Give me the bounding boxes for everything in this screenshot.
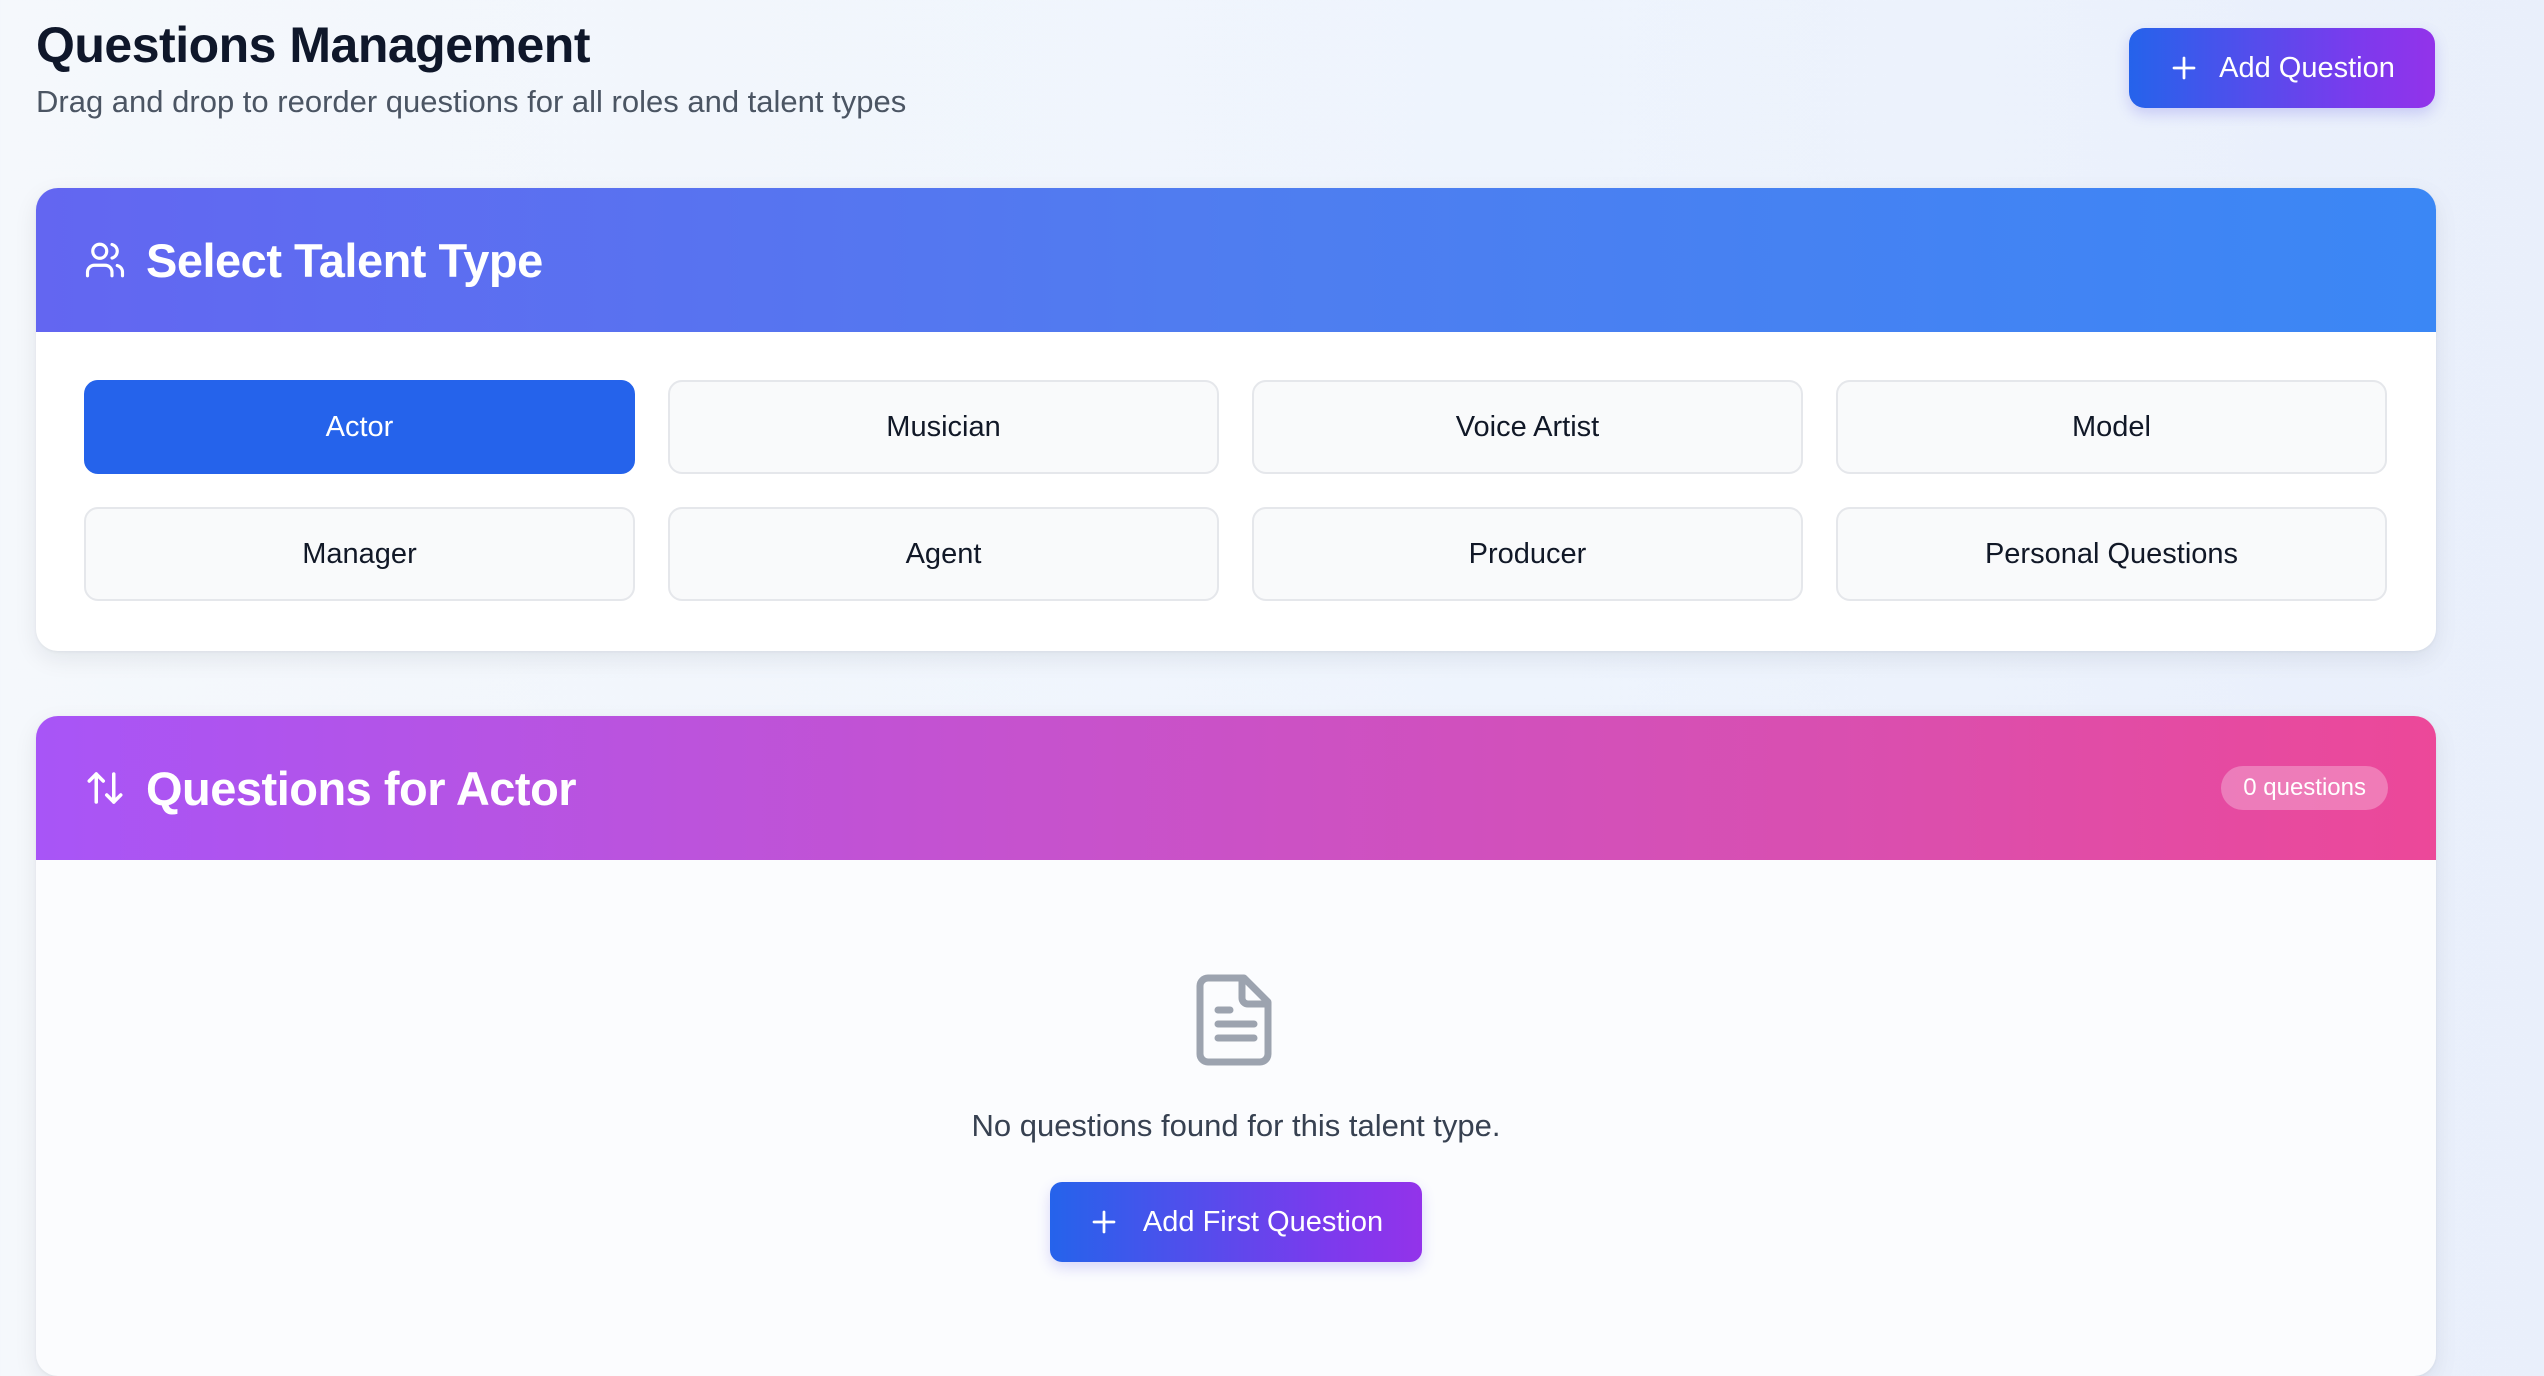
page-title: Questions Management (36, 17, 591, 73)
empty-state: No questions found for this talent type.… (36, 860, 2436, 1262)
talent-type-producer[interactable]: Producer (1252, 507, 1803, 601)
talent-type-grid: Actor Musician Voice Artist Model Manage… (36, 332, 2436, 649)
talent-type-model[interactable]: Model (1836, 380, 2387, 474)
talent-type-personal-questions[interactable]: Personal Questions (1836, 507, 2387, 601)
talent-type-musician[interactable]: Musician (668, 380, 1219, 474)
plus-icon (1089, 1207, 1119, 1237)
talent-type-title: Select Talent Type (146, 233, 543, 287)
questions-card: Questions for Actor 0 questions No quest… (36, 716, 2436, 1376)
empty-state-message: No questions found for this talent type. (971, 1108, 1501, 1143)
question-count-badge: 0 questions (2221, 766, 2388, 810)
document-icon (1194, 972, 1278, 1068)
questions-header: Questions for Actor 0 questions (36, 716, 2436, 860)
talent-type-voice-artist[interactable]: Voice Artist (1252, 380, 1803, 474)
talent-type-manager[interactable]: Manager (84, 507, 635, 601)
add-question-label: Add Question (2219, 51, 2395, 84)
talent-type-header: Select Talent Type (36, 188, 2436, 332)
talent-type-agent[interactable]: Agent (668, 507, 1219, 601)
talent-type-card: Select Talent Type Actor Musician Voice … (36, 188, 2436, 651)
page-header: Questions Management Drag and drop to re… (36, 14, 906, 122)
plus-icon (2169, 53, 2199, 83)
add-question-button[interactable]: Add Question (2129, 28, 2435, 108)
page-subtitle: Drag and drop to reorder questions for a… (36, 84, 907, 119)
users-icon (84, 239, 126, 281)
questions-title: Questions for Actor (146, 761, 577, 815)
add-first-question-label: Add First Question (1142, 1205, 1384, 1238)
add-first-question-button[interactable]: Add First Question (1050, 1182, 1422, 1262)
talent-type-actor[interactable]: Actor (84, 380, 635, 474)
sort-arrows-icon (84, 767, 126, 809)
